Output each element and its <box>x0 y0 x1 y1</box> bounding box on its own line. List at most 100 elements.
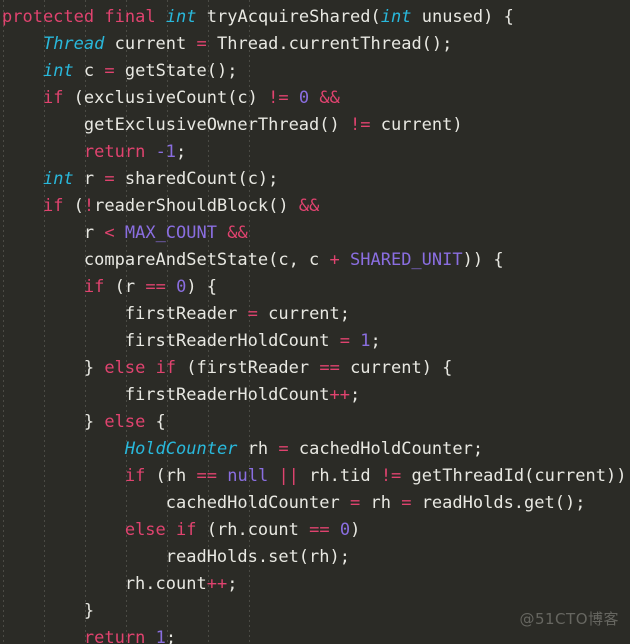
code-token-plain: Thread.currentThread(); <box>206 34 453 54</box>
code-token-num: null <box>227 466 269 486</box>
code-editor-viewport: protected final int tryAcquireShared(int… <box>0 0 630 644</box>
code-token-plain: ; <box>370 331 381 351</box>
code-token-op: ! <box>83 196 95 216</box>
code-content: protected final int tryAcquireShared(int… <box>0 0 630 644</box>
code-token-kw: if <box>155 358 177 378</box>
code-line: firstReader = current; <box>0 301 630 328</box>
code-token-plain: readerShouldBlock() <box>94 196 299 216</box>
code-token-op: && <box>319 88 340 108</box>
code-token-plain: (rh <box>145 466 197 486</box>
code-token-plain: current) { <box>339 358 453 378</box>
code-line: getExclusiveOwnerThread() != current) <box>0 112 630 139</box>
code-token-kw: else <box>104 358 146 378</box>
code-token-op: == <box>196 466 217 486</box>
code-token-plain: cachedHoldCounter; <box>288 439 484 459</box>
code-token-plain: unused) { <box>411 7 514 27</box>
code-token-plain: readHolds.set(rh); <box>2 547 350 567</box>
code-token-plain: } <box>2 412 105 432</box>
code-token-op: && <box>227 223 248 243</box>
code-line: HoldCounter rh = cachedHoldCounter; <box>0 436 630 463</box>
code-line: else if (rh.count == 0) <box>0 517 630 544</box>
code-line: if (r == 0) { <box>0 274 630 301</box>
code-token-type: Thread <box>42 34 105 54</box>
code-token-num: 1 <box>155 628 166 644</box>
code-line: cachedHoldCounter = rh = readHolds.get()… <box>0 490 630 517</box>
code-token-kw: if <box>83 277 105 297</box>
code-token-plain: rh.count <box>2 574 207 594</box>
code-token-plain: c <box>73 61 105 81</box>
code-token-plain: firstReaderHoldCount <box>2 331 340 351</box>
code-token-const: SHARED_UNIT <box>350 250 463 270</box>
code-token-op: && <box>298 196 320 216</box>
code-token-op: = <box>401 493 412 513</box>
code-token-plain: (r <box>104 277 146 297</box>
code-token-op: != <box>380 466 402 486</box>
code-token-plain: firstReaderHoldCount <box>2 385 330 405</box>
code-token-kw: else <box>104 412 146 432</box>
code-token-const: MAX_COUNT <box>124 223 217 243</box>
code-token-plain: ; <box>350 385 361 405</box>
code-token-plain: ) <box>350 520 361 540</box>
code-token-op: = <box>350 493 361 513</box>
code-token-plain: getExclusiveOwnerThread() <box>2 115 350 135</box>
code-token-plain: cachedHoldCounter <box>2 493 350 513</box>
code-token-plain: rh <box>360 493 402 513</box>
code-line: return -1; <box>0 139 630 166</box>
code-line: int r = sharedCount(c); <box>0 166 630 193</box>
code-token-plain: compareAndSetState(c, c <box>2 250 330 270</box>
code-token-plain: rh <box>237 439 279 459</box>
code-token-type: int <box>165 7 197 27</box>
code-token-op: = <box>339 331 351 351</box>
code-token-num: -1 <box>155 142 177 162</box>
code-token-plain: ) { <box>186 277 218 297</box>
code-line: firstReaderHoldCount = 1; <box>0 328 630 355</box>
code-token-kw: if <box>42 196 64 216</box>
code-token-op: != <box>350 115 371 135</box>
code-token-plain: )) { <box>462 250 504 270</box>
code-line: } else if (firstReader == current) { <box>0 355 630 382</box>
code-token-kw: final <box>104 7 156 27</box>
code-token-plain: readHolds.get(); <box>411 493 586 513</box>
code-token-op: < <box>104 223 115 243</box>
code-token-op: ++ <box>206 574 228 594</box>
code-token-plain: current <box>104 34 197 54</box>
code-token-num: 0 <box>339 520 351 540</box>
code-token-op: ++ <box>329 385 350 405</box>
code-token-plain: rh.tid <box>298 466 381 486</box>
code-token-plain: ( <box>63 196 84 216</box>
code-token-plain: ; <box>227 574 238 594</box>
code-token-num: 0 <box>298 88 310 108</box>
code-token-plain: ; <box>176 142 187 162</box>
code-token-plain: ; <box>165 628 177 644</box>
code-line: compareAndSetState(c, c + SHARED_UNIT)) … <box>0 247 630 274</box>
code-token-kw: return <box>83 142 146 162</box>
code-token-op: = <box>196 34 207 54</box>
code-token-plain: { <box>145 412 166 432</box>
code-token-plain: } <box>2 358 105 378</box>
code-line: if (exclusiveCount(c) != 0 && <box>0 85 630 112</box>
code-token-op: == <box>319 358 340 378</box>
code-token-op: || <box>278 466 299 486</box>
code-token-kw: if <box>124 466 146 486</box>
code-token-kw: else <box>124 520 166 540</box>
code-token-plain: current; <box>257 304 351 324</box>
code-token-plain: getState(); <box>114 61 238 81</box>
